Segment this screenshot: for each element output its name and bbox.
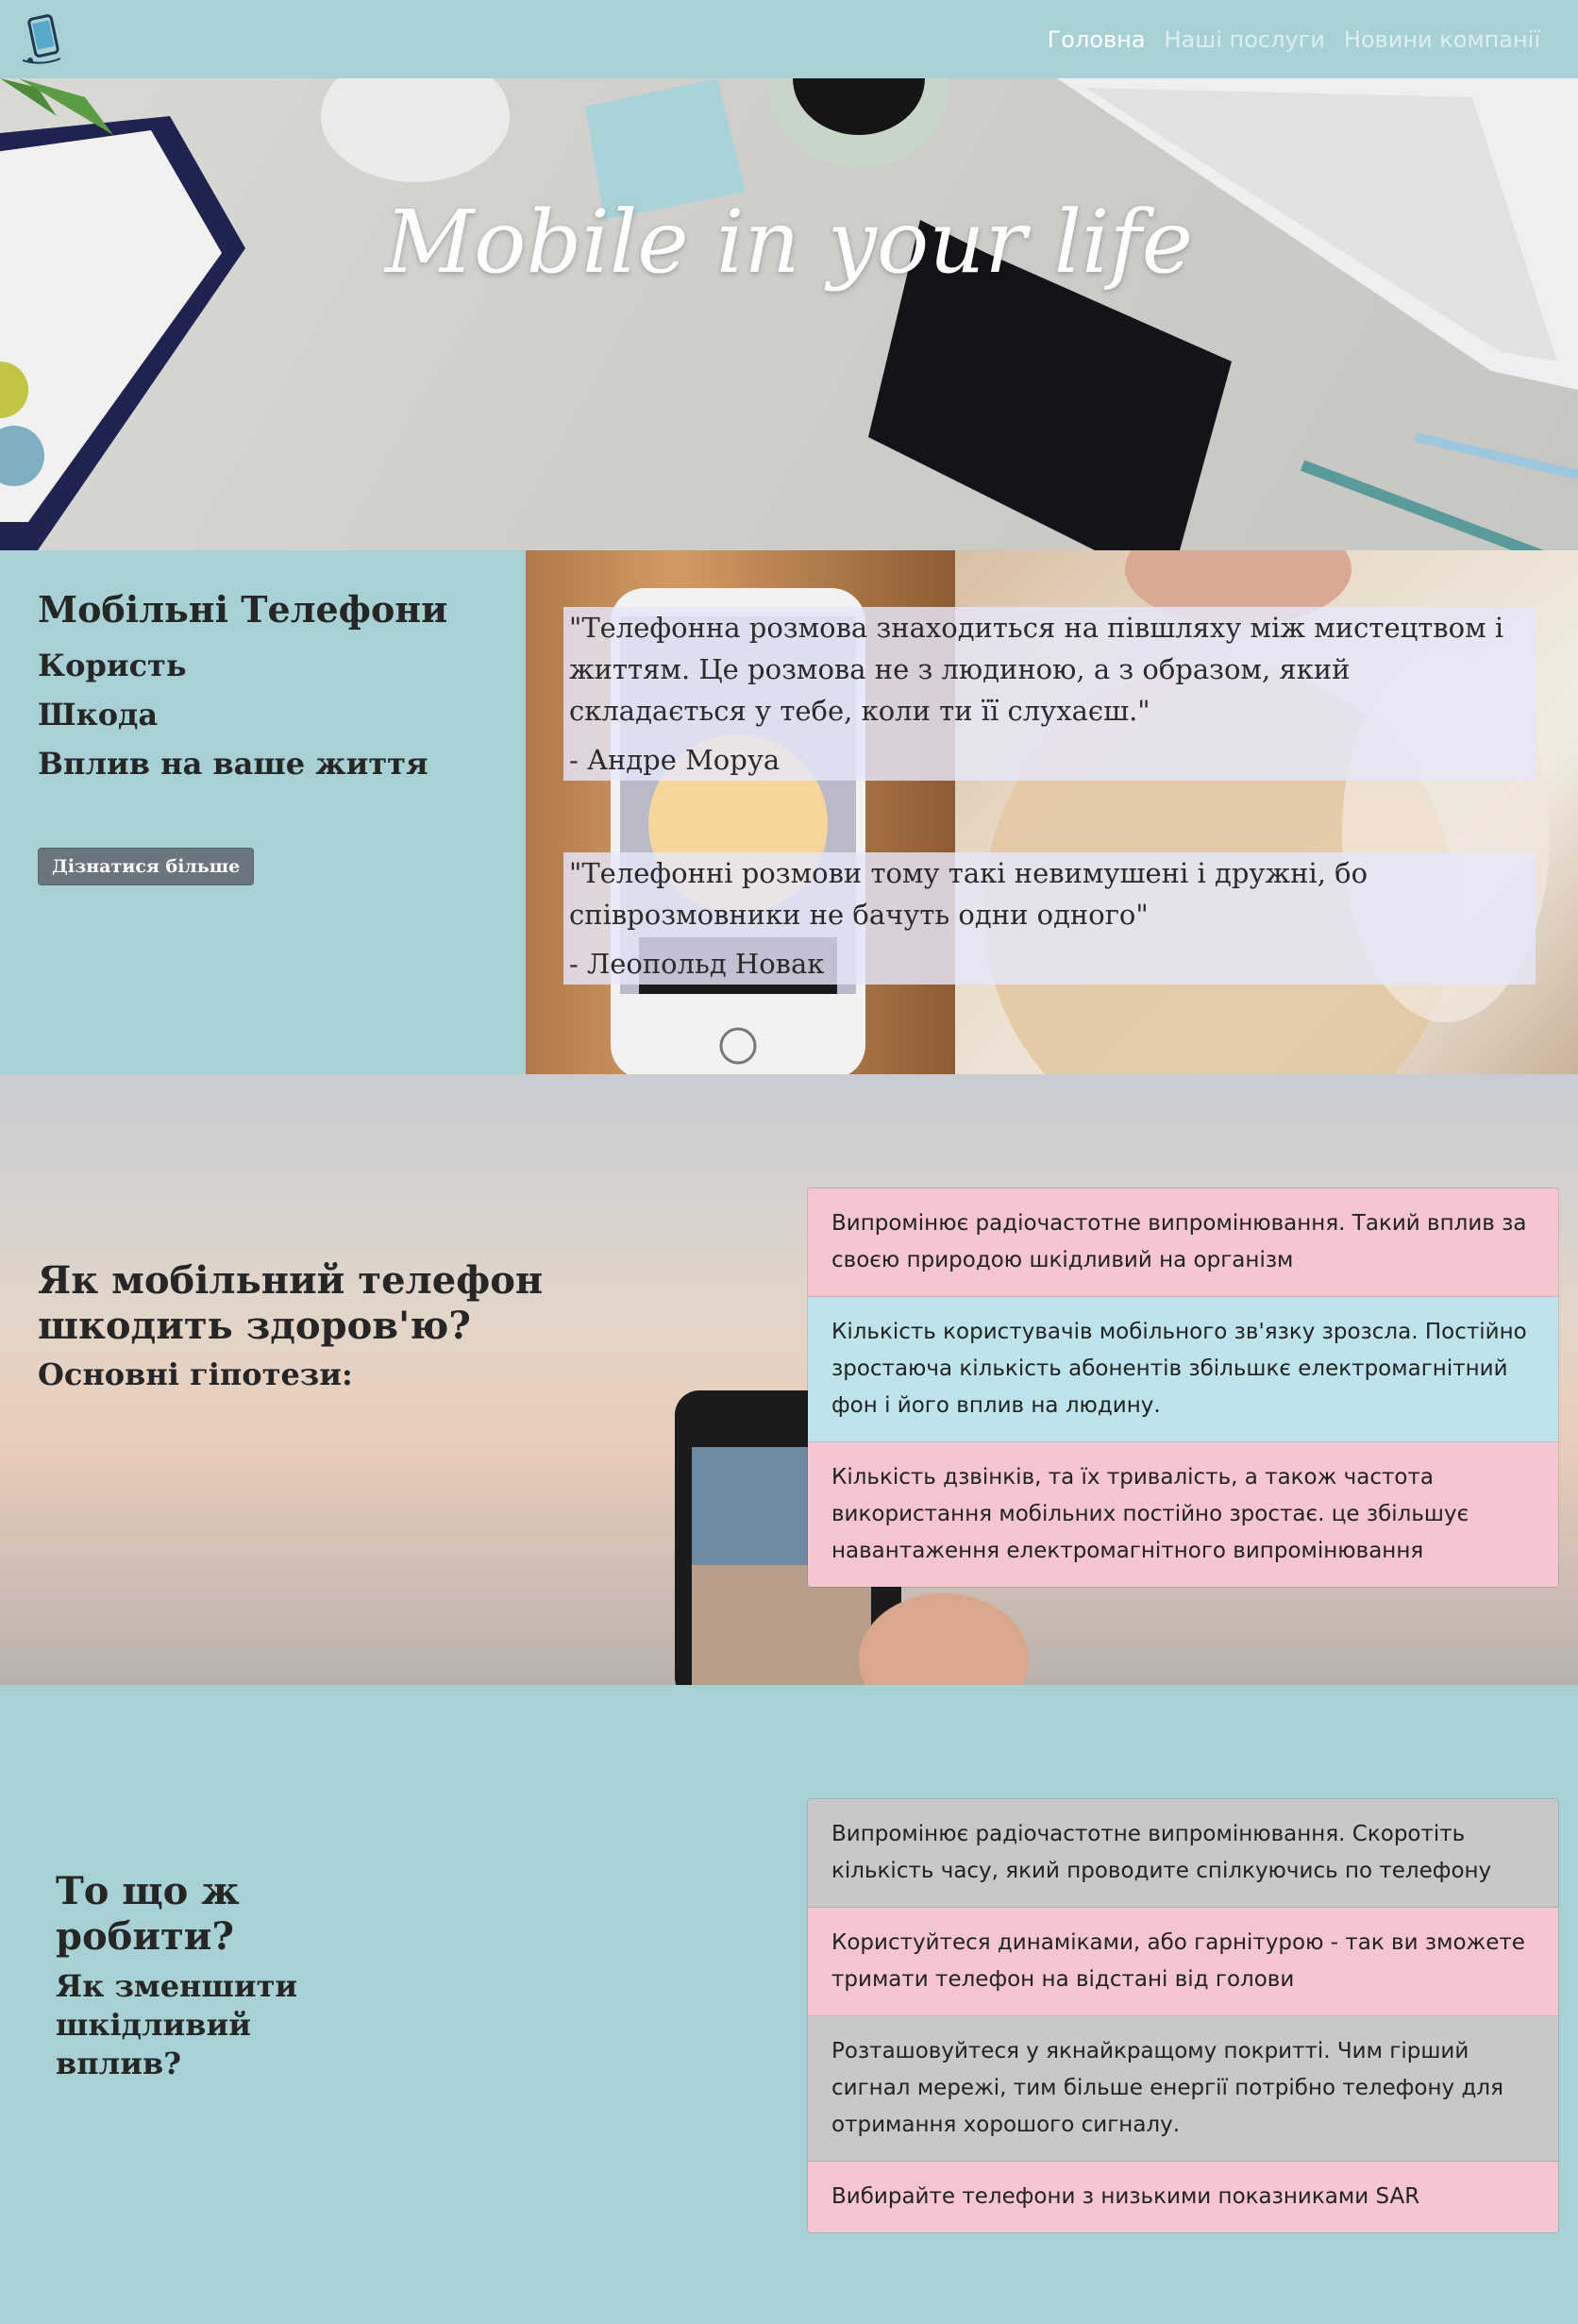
list-item: Кількість користувачів мобільного зв'язк…	[808, 1297, 1558, 1442]
quote-card-1: "Телефонна розмова знаходиться на півшля…	[563, 607, 1536, 781]
health-section: Як мобільний телефон шкодить здоров'ю? О…	[0, 1074, 1578, 1685]
list-item: Випромінює радіочастотне випромінювання.…	[808, 1188, 1558, 1297]
advice-heading: То що ж робити? Як зменшити шкідливий вп…	[56, 1869, 339, 2083]
intro-item-harm: Шкода	[38, 696, 159, 733]
list-item: Випромінює радіочастотне випромінювання.…	[808, 1799, 1558, 1908]
quote-text: "Телефонна розмова знаходиться на півшля…	[569, 612, 1504, 727]
advice-title: То що ж робити?	[56, 1869, 240, 1959]
advice-list: Випромінює радіочастотне випромінювання.…	[807, 1798, 1559, 2233]
nav-link-services[interactable]: Наші послуги	[1165, 26, 1325, 53]
list-item: Користуйтеся динаміками, або гарнітурою …	[808, 1908, 1558, 2016]
intro-item-impact: Вплив на ваше життя	[38, 745, 428, 782]
learn-more-button[interactable]: Дізнатися більше	[38, 848, 255, 885]
quote-author: - Леопольд Новак	[569, 948, 825, 980]
list-item: Кількість дзвінків, та їх тривалість, а …	[808, 1442, 1558, 1587]
hypotheses-list: Випромінює радіочастотне випромінювання.…	[807, 1187, 1559, 1588]
intro-title: Мобільні Телефони	[38, 588, 448, 631]
hero-banner: Mobile in your life	[0, 78, 1578, 550]
hero-title: Mobile in your life	[384, 192, 1194, 293]
list-item: Вибирайте телефони з низькими показникам…	[808, 2162, 1558, 2232]
navbar: Головна Наші послуги Новини компанії	[0, 0, 1578, 78]
health-title: Як мобільний телефон шкодить здоров'ю?	[38, 1258, 544, 1348]
health-heading: Як мобільний телефон шкодить здоров'ю? О…	[38, 1258, 717, 1392]
quote-card-2: "Телефонні розмови тому такі невимушені …	[563, 852, 1536, 985]
quote-author: - Андре Моруа	[569, 744, 781, 776]
list-item: Розташовуйтеся у якнайкращому покритті. …	[808, 2016, 1558, 2162]
intro-panel: Мобільні Телефони Користь Шкода Вплив на…	[0, 550, 526, 1074]
advice-section: То що ж робити? Як зменшити шкідливий вп…	[0, 1685, 1578, 2324]
nav-link-home[interactable]: Головна	[1048, 26, 1146, 53]
advice-subtitle: Як зменшити шкідливий вплив?	[56, 1968, 298, 2081]
quote-text: "Телефонні розмови тому такі невимушені …	[569, 857, 1368, 931]
hero-desk-image	[0, 78, 1578, 550]
quotes-image-panel: "Телефонна розмова знаходиться на півшля…	[526, 550, 1578, 1074]
intro-item-benefit: Користь	[38, 647, 187, 683]
quotes-section: Мобільні Телефони Користь Шкода Вплив на…	[0, 550, 1578, 1074]
phone-logo-icon[interactable]	[19, 13, 66, 66]
nav-link-news[interactable]: Новини компанії	[1344, 26, 1540, 53]
nav-links: Головна Наші послуги Новини компанії	[1048, 26, 1559, 53]
health-subtitle: Основні гіпотези:	[38, 1356, 353, 1392]
